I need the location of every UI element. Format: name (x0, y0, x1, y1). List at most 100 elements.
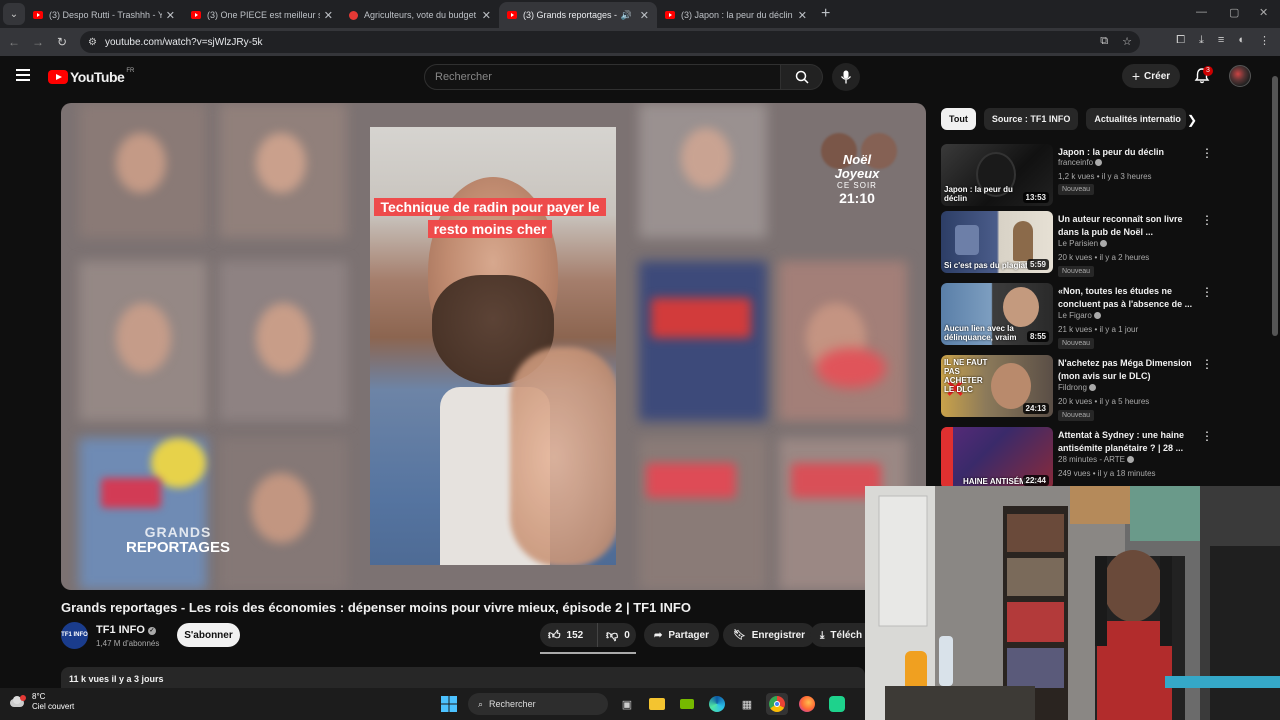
create-button[interactable]: + Créer (1122, 64, 1180, 88)
country-code: FR (126, 68, 135, 74)
back-icon[interactable]: ← (2, 35, 26, 49)
chrome-icon[interactable] (766, 693, 788, 715)
app-icon[interactable] (826, 693, 848, 715)
blurred-banner (101, 478, 161, 508)
video-player[interactable]: Noël Joyeux CE SOIR 21:10 Technique de r… (61, 103, 926, 590)
browser-tab[interactable]: (3) One PIECE est meilleur sans ... ✕ (183, 2, 341, 28)
more-options-icon[interactable]: ⋮ (1201, 285, 1213, 299)
browser-menu-icon[interactable]: ⋮ (1259, 34, 1270, 47)
video-thumbnail[interactable]: ✕ IL NE FAUT PAS ACHETER LE DLC 24:13 (941, 355, 1053, 417)
chip-source[interactable]: Source : TF1 INFO (983, 108, 1079, 130)
search-input[interactable]: Rechercher (424, 64, 781, 90)
downloads-icon[interactable]: ⤓ (1199, 34, 1204, 47)
voice-search-button[interactable] (832, 63, 860, 91)
share-button[interactable]: ➦ Partager (644, 623, 719, 647)
taskbar-search[interactable]: ⌕ Rechercher (468, 693, 608, 715)
video-thumbnail[interactable]: Si c'est pas du plagiat 5:59 (941, 211, 1053, 273)
more-options-icon[interactable]: ⋮ (1201, 357, 1213, 371)
close-window-icon[interactable]: ✕ (1259, 6, 1268, 19)
browser-tab-active[interactable]: (3) Grands reportages - Les ro 🔊 ✕ (499, 2, 657, 28)
clip-caption: Technique de radin pour payer le resto m… (373, 196, 607, 240)
recommended-video[interactable]: ✕ IL NE FAUT PAS ACHETER LE DLC 24:13 N'… (941, 355, 1261, 421)
menu-icon[interactable] (16, 69, 30, 81)
channel-name[interactable]: Le Figaro (1058, 311, 1101, 320)
windows-start-icon[interactable] (438, 693, 460, 715)
chevron-right-icon[interactable]: ❯ (1187, 113, 1197, 127)
close-tab-icon[interactable]: ✕ (324, 9, 333, 22)
dislike-button[interactable]: 👎︎ 0 (604, 628, 630, 643)
install-app-icon[interactable]: ⧉ (1100, 35, 1108, 48)
browser-tab[interactable]: (3) Despo Rutti - Trashhh - YouTube ✕ (25, 2, 183, 28)
profile-icon[interactable]: ◐ (1238, 34, 1245, 47)
channel-name[interactable]: 28 minutes - ARTE (1058, 455, 1134, 464)
chip-all[interactable]: Tout (941, 108, 976, 130)
new-tab-icon[interactable]: + (821, 5, 830, 23)
recommended-video[interactable]: Japon : la peur du déclin 13:53 Japon : … (941, 144, 1261, 210)
chip-international[interactable]: Actualités internatio (1086, 108, 1187, 130)
close-tab-icon[interactable]: ✕ (166, 9, 175, 22)
youtube-icon (191, 11, 201, 19)
site-info-icon[interactable]: ⚙ (88, 37, 97, 48)
download-button[interactable]: ⤓ Téléch (810, 623, 865, 647)
file-explorer-icon[interactable] (646, 693, 668, 715)
browser-tab[interactable]: (3) Japon : la peur du déclin - YouTube ✕ (657, 2, 815, 28)
channel-name[interactable]: Le Parisien (1058, 239, 1108, 248)
minimize-icon[interactable]: — (1196, 6, 1207, 18)
recommended-video[interactable]: HAINE ANTISÉMITE 22:44 Attentat à Sydney… (941, 427, 1261, 493)
bookmark-star-icon[interactable]: ☆ (1122, 35, 1132, 48)
search-button[interactable] (781, 64, 823, 90)
video-thumbnail[interactable]: HAINE ANTISÉMITE 22:44 (941, 427, 1053, 489)
channel-name[interactable]: TF1 INFO ✓ (96, 624, 156, 636)
more-options-icon[interactable]: ⋮ (1201, 146, 1213, 160)
caption-text: Technique de radin pour payer le resto m… (374, 198, 606, 238)
channel-name[interactable]: franceinfo (1058, 158, 1103, 167)
tab-list-button[interactable]: ⌄ (3, 3, 25, 25)
more-options-icon[interactable]: ⋮ (1201, 429, 1213, 443)
taskbar-search-label: Rechercher (489, 699, 536, 709)
url-text: youtube.com/watch?v=sjWlzJRy-5k (104, 36, 263, 48)
blurred-face (256, 303, 311, 373)
recommended-video[interactable]: Si c'est pas du plagiat 5:59 Un auteur r… (941, 211, 1261, 277)
subscribe-button[interactable]: S'abonner (177, 623, 240, 647)
video-title[interactable]: Un auteur reconnaît son livre dans la pu… (1058, 213, 1193, 239)
save-button[interactable]: 🔖︎ Enregistrer (723, 623, 816, 647)
bookmark-icon: 🔖︎ (733, 629, 746, 641)
reload-icon[interactable]: ↻ (50, 35, 74, 49)
audio-playing-icon[interactable]: 🔊 (621, 10, 632, 21)
close-tab-icon[interactable]: ✕ (482, 9, 491, 22)
new-badge: Nouveau (1058, 410, 1095, 421)
close-tab-icon[interactable]: ✕ (640, 9, 649, 22)
video-title[interactable]: «Non, toutes les études ne concluent pas… (1058, 285, 1193, 311)
reading-list-icon[interactable]: ≡ (1218, 34, 1224, 47)
edge-browser-icon[interactable] (706, 693, 728, 715)
thumbnail-figure (1003, 287, 1039, 327)
account-avatar[interactable] (1229, 65, 1251, 87)
scrollbar-thumb[interactable] (1272, 76, 1278, 336)
video-meta: 249 vues • il y a 18 minutes (1058, 469, 1156, 478)
browser-tab[interactable]: Agriculteurs, vote du budget ✕ (341, 2, 499, 28)
store-icon[interactable]: ▦ (736, 693, 758, 715)
close-tab-icon[interactable]: ✕ (798, 9, 807, 22)
channel-avatar[interactable]: TF1 INFO (61, 622, 88, 649)
firefox-icon[interactable] (796, 693, 818, 715)
channel-name[interactable]: Fildrong (1058, 383, 1096, 392)
like-button[interactable]: 👍︎ 152 (540, 623, 598, 647)
more-options-icon[interactable]: ⋮ (1201, 213, 1213, 227)
url-bar[interactable]: ⚙ youtube.com/watch?v=sjWlzJRy-5k ⧉ ☆ (80, 31, 1140, 53)
nvidia-icon[interactable] (676, 693, 698, 715)
maximize-icon[interactable]: ▢ (1229, 6, 1239, 19)
video-thumbnail[interactable]: Aucun lien avec la délinquance, vraim 8:… (941, 283, 1053, 345)
task-view-icon[interactable]: ▣ (616, 693, 638, 715)
recommended-video[interactable]: Aucun lien avec la délinquance, vraim 8:… (941, 283, 1261, 349)
video-title[interactable]: Attentat à Sydney : une haine antisémite… (1058, 429, 1193, 455)
youtube-icon (665, 11, 675, 19)
weather-widget[interactable]: 8°C Ciel couvert (10, 692, 74, 712)
extensions-icon[interactable]: ⧠ (1176, 34, 1185, 47)
thumbnail-figure (1013, 221, 1033, 261)
video-title[interactable]: N'achetez pas Méga Dimension (mon avis s… (1058, 357, 1193, 383)
youtube-header: YouTube FR Rechercher + Créer 3 (0, 56, 1270, 98)
youtube-logo[interactable]: YouTube FR (48, 68, 135, 85)
forward-icon[interactable]: → (26, 35, 50, 49)
video-thumbnail[interactable]: Japon : la peur du déclin 13:53 (941, 144, 1053, 206)
windows-taskbar: 8°C Ciel couvert ⌕ Rechercher ▣ ▦ (0, 688, 865, 720)
